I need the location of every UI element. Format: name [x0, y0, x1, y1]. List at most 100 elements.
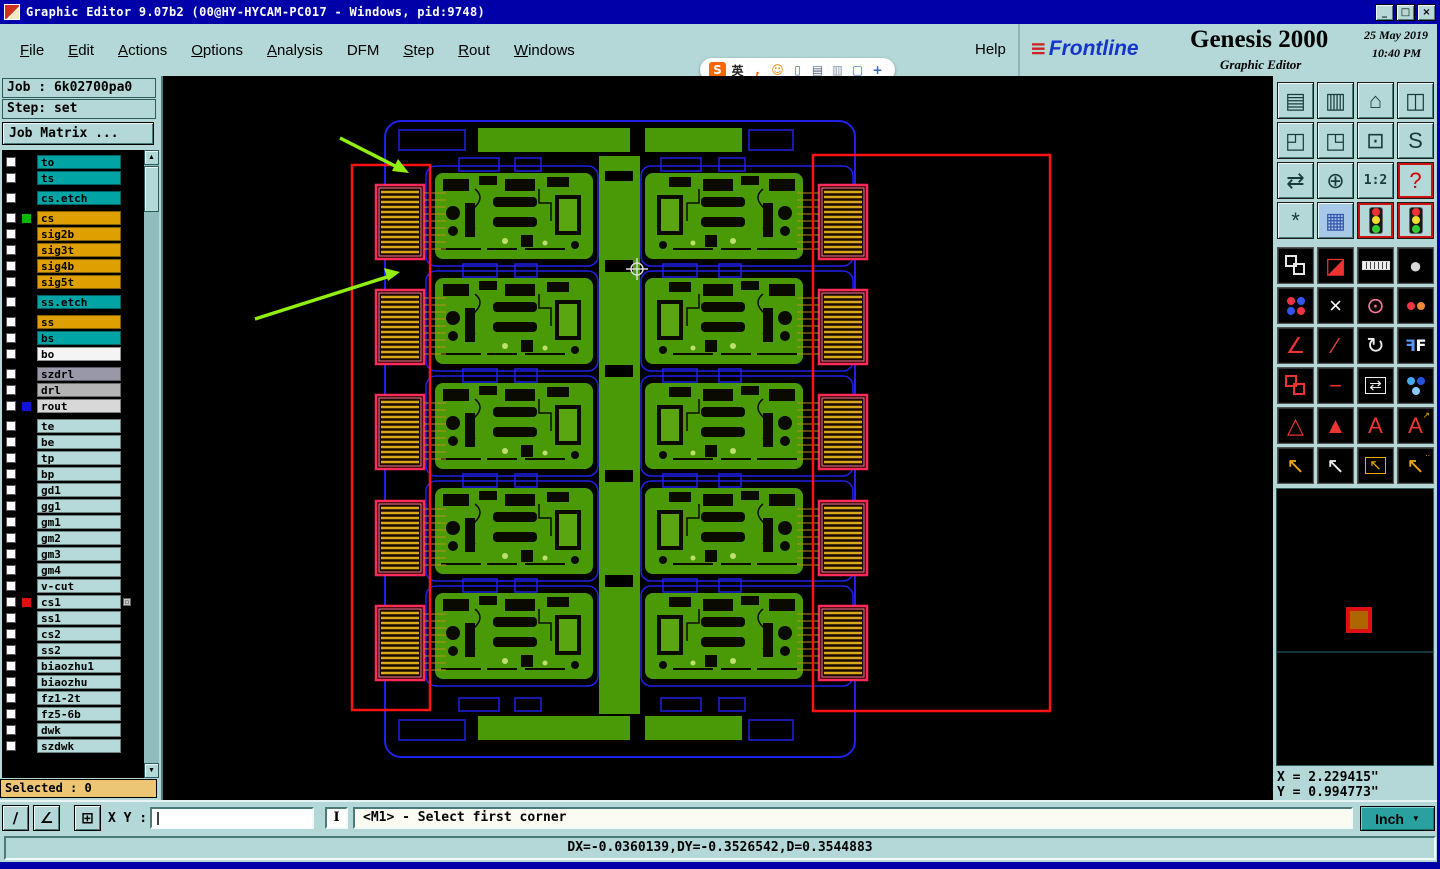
blue-balls-button[interactable]	[1397, 367, 1434, 404]
layer-row-ss1[interactable]: ss1	[2, 610, 143, 626]
copy-layer-button[interactable]	[1277, 247, 1314, 284]
layer-row-biaozhu1[interactable]: biaozhu1	[2, 658, 143, 674]
layer-checkbox[interactable]	[6, 213, 16, 223]
triangle-outline-button[interactable]: △	[1277, 407, 1314, 444]
layer-row-cs.etch[interactable]: cs.etch	[2, 190, 143, 206]
layer-checkbox[interactable]	[6, 693, 16, 703]
menu-options[interactable]: Options	[191, 42, 243, 59]
layer-checkbox[interactable]	[6, 193, 16, 203]
pan-arrows-button[interactable]: ⇄	[1277, 162, 1314, 199]
layer-row-biaozhu[interactable]: biaozhu	[2, 674, 143, 690]
layer-checkbox[interactable]	[6, 725, 16, 735]
triangle-fill-button[interactable]: ▲	[1317, 407, 1354, 444]
nested-squares-button[interactable]	[1277, 367, 1314, 404]
menu-step[interactable]: Step	[403, 42, 434, 59]
layer-row-bp[interactable]: bp	[2, 466, 143, 482]
layer-checkbox[interactable]	[6, 173, 16, 183]
ruler-button[interactable]	[1357, 247, 1394, 284]
layer-row-drl[interactable]: drl	[2, 382, 143, 398]
layer-checkbox[interactable]	[6, 597, 16, 607]
layer-checkbox[interactable]	[6, 385, 16, 395]
xy-input-wrap[interactable]	[150, 807, 314, 829]
layer-checkbox[interactable]	[6, 245, 16, 255]
layer-checkbox[interactable]	[6, 549, 16, 559]
layer-scrollbar[interactable]: ▲ ▼	[144, 150, 159, 778]
layer-row-fz1-2t[interactable]: fz1-2t	[2, 690, 143, 706]
menu-edit[interactable]: Edit	[68, 42, 94, 59]
red-dash-button[interactable]: −	[1317, 367, 1354, 404]
layer-checkbox[interactable]	[6, 277, 16, 287]
select-multi-cursor-button[interactable]: ↖ ∙∙	[1397, 447, 1434, 484]
layer-row-gm2[interactable]: gm2	[2, 530, 143, 546]
pcb-canvas[interactable]	[163, 76, 1273, 800]
layer-lights-alt-button[interactable]	[1397, 202, 1434, 239]
delete-button[interactable]: ×	[1317, 287, 1354, 324]
tile-windows-button[interactable]: ◫	[1397, 82, 1434, 119]
scroll-thumb[interactable]	[144, 166, 159, 212]
scale-1-2-button[interactable]: 1:2	[1357, 162, 1394, 199]
layer-row-dwk[interactable]: dwk	[2, 722, 143, 738]
layer-checkbox[interactable]	[6, 581, 16, 591]
corner-shape-button[interactable]: ◪	[1317, 247, 1354, 284]
menu-dfm[interactable]: DFM	[347, 42, 380, 59]
angle-line-button[interactable]: ∠	[1277, 327, 1314, 364]
rotate-button[interactable]: ↻	[1357, 327, 1394, 364]
zoom-prev-button[interactable]: ◰	[1277, 122, 1314, 159]
layer-row-bs[interactable]: bs	[2, 330, 143, 346]
s-curve-button[interactable]: S	[1397, 122, 1434, 159]
layer-checkbox[interactable]	[6, 677, 16, 687]
select-box-cursor-button[interactable]: ↖	[1357, 447, 1394, 484]
two-pads-button[interactable]	[1397, 287, 1434, 324]
menu-file[interactable]: File	[20, 42, 44, 59]
layer-checkbox[interactable]	[6, 565, 16, 575]
layer-checkbox[interactable]	[6, 517, 16, 527]
layer-checkbox[interactable]	[6, 297, 16, 307]
layer-row-szdrl[interactable]: szdrl	[2, 366, 143, 382]
save-screen-button[interactable]: ▤	[1277, 82, 1314, 119]
layer-row-tp[interactable]: tp	[2, 450, 143, 466]
layer-row-cs2[interactable]: cs2	[2, 626, 143, 642]
layer-checkbox[interactable]	[6, 709, 16, 719]
layer-row-to[interactable]: to	[2, 154, 143, 170]
layer-row-gm1[interactable]: gm1	[2, 514, 143, 530]
select-cursor-button[interactable]: ↖	[1277, 447, 1314, 484]
pads-button[interactable]	[1277, 287, 1314, 324]
layer-row-ts[interactable]: ts	[2, 170, 143, 186]
scroll-up-icon[interactable]: ▲	[144, 150, 159, 165]
layer-row-cs1[interactable]: cs1 ▫	[2, 594, 143, 610]
select-cursor-alt-button[interactable]: ↖	[1317, 447, 1354, 484]
layer-checkbox[interactable]	[6, 401, 16, 411]
menu-rout[interactable]: Rout	[458, 42, 490, 59]
job-matrix-button[interactable]: Job Matrix ...	[2, 122, 154, 145]
utilities-button[interactable]: *	[1277, 202, 1314, 239]
home-view-button[interactable]: ⌂	[1357, 82, 1394, 119]
minimize-button[interactable]: _	[1375, 3, 1394, 21]
layer-checkbox[interactable]	[6, 333, 16, 343]
layer-row-fz5-6b[interactable]: fz5-6b	[2, 706, 143, 722]
grid-snap-button[interactable]: ⊞	[74, 805, 101, 831]
layer-checkbox[interactable]	[6, 645, 16, 655]
layer-row-sig5t[interactable]: sig5t	[2, 274, 143, 290]
menu-analysis[interactable]: Analysis	[267, 42, 323, 59]
menu-actions[interactable]: Actions	[118, 42, 167, 59]
layer-row-gm3[interactable]: gm3	[2, 546, 143, 562]
layer-checkbox[interactable]	[6, 229, 16, 239]
insert-mode-indicator[interactable]: I	[325, 807, 348, 829]
center-view-button[interactable]: ⊕	[1317, 162, 1354, 199]
xy-input[interactable]	[152, 809, 312, 828]
layer-row-sig4b[interactable]: sig4b	[2, 258, 143, 274]
close-button[interactable]: ×	[1417, 3, 1436, 21]
grid-toggle-button[interactable]: ▦	[1317, 202, 1354, 239]
restore-button[interactable]: □	[1396, 3, 1415, 21]
layer-checkbox[interactable]	[6, 741, 16, 751]
menu-windows[interactable]: Windows	[514, 42, 575, 59]
layer-row-szdwk[interactable]: szdwk	[2, 738, 143, 754]
layer-row-rout[interactable]: rout	[2, 398, 143, 414]
draw-line-button[interactable]: ∕	[2, 805, 29, 831]
measure-angle-button[interactable]: ∠	[33, 805, 60, 831]
layer-checkbox[interactable]	[6, 661, 16, 671]
layer-row-te[interactable]: te	[2, 418, 143, 434]
layer-checkbox[interactable]	[6, 157, 16, 167]
layer-checkbox[interactable]	[6, 421, 16, 431]
transform-box-button[interactable]: ⇄	[1357, 367, 1394, 404]
